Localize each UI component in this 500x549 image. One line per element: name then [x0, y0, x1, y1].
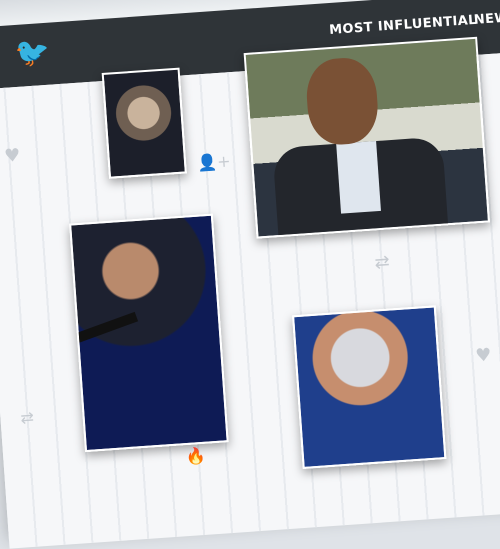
twitter-bird-icon[interactable]: 🐦 [14, 35, 51, 71]
heart-icon[interactable]: ♥ [475, 345, 493, 367]
retweet-icon[interactable]: ⇄ [374, 251, 391, 273]
nav-item-new[interactable]: NEW [473, 10, 500, 27]
photo-detail [304, 55, 381, 147]
user-add-icon[interactable]: 👤+ [197, 151, 232, 172]
photo-detail [69, 311, 139, 346]
heart-icon[interactable]: ♥ [4, 145, 22, 167]
photo-card-speaker[interactable] [243, 36, 491, 239]
monitor-screen: 🐦 MOST INFLUENTIAL NEW ♥ 👤+ ⇄ ♥ ⇄ 🔥 [0, 0, 500, 549]
retweet-icon[interactable]: ⇄ [20, 408, 35, 428]
photo-card-football-player[interactable] [292, 305, 447, 469]
photo-card-portrait-1[interactable] [101, 67, 187, 179]
photo-detail [336, 141, 381, 214]
fire-icon[interactable]: 🔥 [185, 446, 206, 466]
photo-card-singer[interactable] [69, 213, 229, 453]
